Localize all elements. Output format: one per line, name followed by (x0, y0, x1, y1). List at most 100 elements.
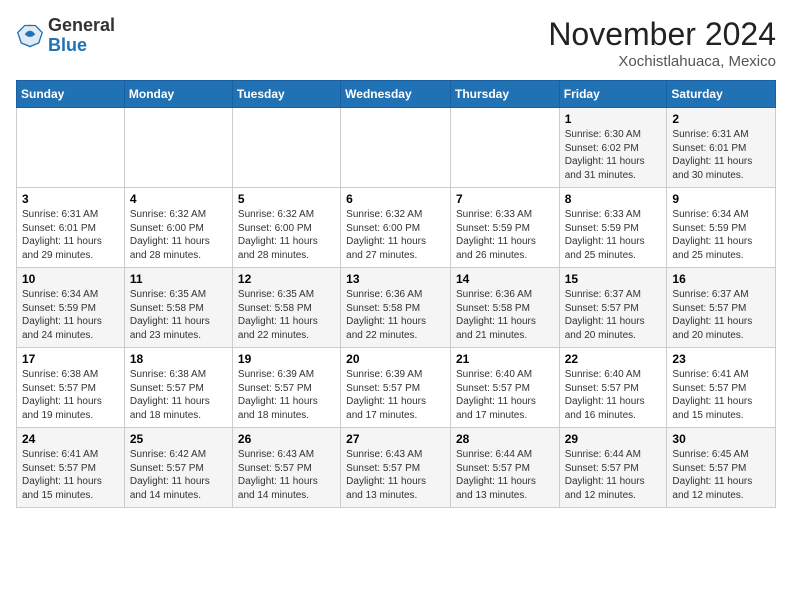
weekday-header-tuesday: Tuesday (232, 81, 340, 108)
day-info: Sunrise: 6:45 AM Sunset: 5:57 PM Dayligh… (672, 448, 770, 502)
location: Xochistlahuaca, Mexico (548, 53, 776, 70)
calendar-cell-5-6: 29 Sunrise: 6:44 AM Sunset: 5:57 PM Dayli… (559, 428, 667, 508)
day-number: 9 (672, 192, 770, 206)
day-number: 20 (346, 352, 445, 366)
day-number: 29 (565, 432, 662, 446)
day-info: Sunrise: 6:35 AM Sunset: 5:58 PM Dayligh… (130, 288, 227, 342)
weekday-header-saturday: Saturday (667, 81, 776, 108)
calendar-cell-1-4 (341, 108, 451, 188)
day-number: 2 (672, 112, 770, 126)
day-info: Sunrise: 6:36 AM Sunset: 5:58 PM Dayligh… (346, 288, 445, 342)
day-info: Sunrise: 6:32 AM Sunset: 6:00 PM Dayligh… (346, 208, 445, 262)
calendar-cell-2-2: 4Sunrise: 6:32 AM Sunset: 6:00 PM Daylig… (124, 188, 232, 268)
calendar-cell-1-2 (124, 108, 232, 188)
day-info: Sunrise: 6:41 AM Sunset: 5:57 PM Dayligh… (22, 448, 119, 502)
day-number: 8 (565, 192, 662, 206)
day-info: Sunrise: 6:35 AM Sunset: 5:58 PM Dayligh… (238, 288, 335, 342)
calendar-cell-3-2: 11Sunrise: 6:35 AM Sunset: 5:58 PM Dayli… (124, 268, 232, 348)
calendar-cell-1-3 (232, 108, 340, 188)
day-info: Sunrise: 6:39 AM Sunset: 5:57 PM Dayligh… (346, 368, 445, 422)
day-info: Sunrise: 6:36 AM Sunset: 5:58 PM Dayligh… (456, 288, 554, 342)
calendar-table: SundayMondayTuesdayWednesdayThursdayFrid… (16, 80, 776, 508)
calendar-cell-4-5: 21Sunrise: 6:40 AM Sunset: 5:57 PM Dayli… (450, 348, 559, 428)
calendar-week-4: 17 Sunrise: 6:38 AM Sunset: 5:57 PM Dayli… (17, 348, 776, 428)
day-number: 17 (22, 352, 119, 366)
calendar-cell-3-6: 15 Sunrise: 6:37 AM Sunset: 5:57 PM Dayli… (559, 268, 667, 348)
day-info: Sunrise: 6:30 AM Sunset: 6:02 PM Dayligh… (565, 128, 662, 182)
day-number: 30 (672, 432, 770, 446)
calendar-cell-5-2: 25 Sunrise: 6:42 AM Sunset: 5:57 PM Dayli… (124, 428, 232, 508)
day-info: Sunrise: 6:39 AM Sunset: 5:57 PM Dayligh… (238, 368, 335, 422)
logo-icon (16, 22, 44, 50)
day-number: 13 (346, 272, 445, 286)
logo-blue: Blue (48, 35, 87, 55)
day-number: 3 (22, 192, 119, 206)
weekday-header-row: SundayMondayTuesdayWednesdayThursdayFrid… (17, 81, 776, 108)
calendar-cell-4-4: 20 Sunrise: 6:39 AM Sunset: 5:57 PM Dayli… (341, 348, 451, 428)
calendar-cell-4-3: 19 Sunrise: 6:39 AM Sunset: 5:57 PM Dayli… (232, 348, 340, 428)
calendar-cell-2-5: 7 Sunrise: 6:33 AM Sunset: 5:59 PM Daylig… (450, 188, 559, 268)
day-number: 25 (130, 432, 227, 446)
day-number: 15 (565, 272, 662, 286)
day-number: 16 (672, 272, 770, 286)
day-number: 24 (22, 432, 119, 446)
day-number: 19 (238, 352, 335, 366)
calendar-cell-4-1: 17Sunrise: 6:38 AM Sunset: 5:57 PM Dayli… (17, 348, 125, 428)
calendar-cell-5-1: 24 Sunrise: 6:41 AM Sunset: 5:57 PM Dayli… (17, 428, 125, 508)
day-number: 1 (565, 112, 662, 126)
calendar-cell-5-3: 26 Sunrise: 6:43 AM Sunset: 5:57 PM Dayli… (232, 428, 340, 508)
calendar-cell-1-5 (450, 108, 559, 188)
day-info: Sunrise: 6:41 AM Sunset: 5:57 PM Dayligh… (672, 368, 770, 422)
day-info: Sunrise: 6:37 AM Sunset: 5:57 PM Dayligh… (672, 288, 770, 342)
day-number: 27 (346, 432, 445, 446)
calendar-cell-2-1: 3 Sunrise: 6:31 AM Sunset: 6:01 PM Daylig… (17, 188, 125, 268)
logo-text: General Blue (48, 16, 115, 56)
day-number: 5 (238, 192, 335, 206)
day-info: Sunrise: 6:33 AM Sunset: 5:59 PM Dayligh… (456, 208, 554, 262)
calendar-cell-3-5: 14 Sunrise: 6:36 AM Sunset: 5:58 PM Dayli… (450, 268, 559, 348)
day-info: Sunrise: 6:43 AM Sunset: 5:57 PM Dayligh… (238, 448, 335, 502)
calendar-cell-1-1 (17, 108, 125, 188)
day-info: Sunrise: 6:40 AM Sunset: 5:57 PM Dayligh… (456, 368, 554, 422)
calendar-cell-3-4: 13 Sunrise: 6:36 AM Sunset: 5:58 PM Dayli… (341, 268, 451, 348)
weekday-header-sunday: Sunday (17, 81, 125, 108)
day-info: Sunrise: 6:32 AM Sunset: 6:00 PM Dayligh… (130, 208, 227, 262)
day-number: 22 (565, 352, 662, 366)
day-info: Sunrise: 6:37 AM Sunset: 5:57 PM Dayligh… (565, 288, 662, 342)
day-info: Sunrise: 6:32 AM Sunset: 6:00 PM Dayligh… (238, 208, 335, 262)
calendar-week-5: 24 Sunrise: 6:41 AM Sunset: 5:57 PM Dayli… (17, 428, 776, 508)
calendar-cell-5-4: 27 Sunrise: 6:43 AM Sunset: 5:57 PM Dayli… (341, 428, 451, 508)
calendar-week-1: 1 Sunrise: 6:30 AM Sunset: 6:02 PM Daylig… (17, 108, 776, 188)
calendar-cell-2-3: 5 Sunrise: 6:32 AM Sunset: 6:00 PM Daylig… (232, 188, 340, 268)
month-title: November 2024 (548, 16, 776, 53)
calendar-cell-3-7: 16 Sunrise: 6:37 AM Sunset: 5:57 PM Dayli… (667, 268, 776, 348)
weekday-header-friday: Friday (559, 81, 667, 108)
day-number: 18 (130, 352, 227, 366)
title-block: November 2024 Xochistlahuaca, Mexico (548, 16, 776, 70)
day-info: Sunrise: 6:44 AM Sunset: 5:57 PM Dayligh… (456, 448, 554, 502)
day-number: 28 (456, 432, 554, 446)
calendar-cell-4-7: 23Sunrise: 6:41 AM Sunset: 5:57 PM Dayli… (667, 348, 776, 428)
calendar-cell-4-2: 18 Sunrise: 6:38 AM Sunset: 5:57 PM Dayli… (124, 348, 232, 428)
calendar-cell-1-7: 2Sunrise: 6:31 AM Sunset: 6:01 PM Daylig… (667, 108, 776, 188)
day-info: Sunrise: 6:43 AM Sunset: 5:57 PM Dayligh… (346, 448, 445, 502)
day-number: 12 (238, 272, 335, 286)
logo-general: General (48, 15, 115, 35)
day-number: 26 (238, 432, 335, 446)
day-info: Sunrise: 6:38 AM Sunset: 5:57 PM Dayligh… (130, 368, 227, 422)
day-info: Sunrise: 6:31 AM Sunset: 6:01 PM Dayligh… (22, 208, 119, 262)
calendar-cell-3-3: 12 Sunrise: 6:35 AM Sunset: 5:58 PM Dayli… (232, 268, 340, 348)
calendar-cell-3-1: 10Sunrise: 6:34 AM Sunset: 5:59 PM Dayli… (17, 268, 125, 348)
logo: General Blue (16, 16, 115, 56)
day-info: Sunrise: 6:33 AM Sunset: 5:59 PM Dayligh… (565, 208, 662, 262)
calendar-cell-2-4: 6Sunrise: 6:32 AM Sunset: 6:00 PM Daylig… (341, 188, 451, 268)
day-info: Sunrise: 6:42 AM Sunset: 5:57 PM Dayligh… (130, 448, 227, 502)
day-number: 14 (456, 272, 554, 286)
calendar-cell-5-7: 30 Sunrise: 6:45 AM Sunset: 5:57 PM Dayli… (667, 428, 776, 508)
day-info: Sunrise: 6:44 AM Sunset: 5:57 PM Dayligh… (565, 448, 662, 502)
page-header: General Blue November 2024 Xochistlahuac… (16, 16, 776, 70)
day-number: 7 (456, 192, 554, 206)
day-number: 10 (22, 272, 119, 286)
calendar-week-2: 3 Sunrise: 6:31 AM Sunset: 6:01 PM Daylig… (17, 188, 776, 268)
day-info: Sunrise: 6:40 AM Sunset: 5:57 PM Dayligh… (565, 368, 662, 422)
